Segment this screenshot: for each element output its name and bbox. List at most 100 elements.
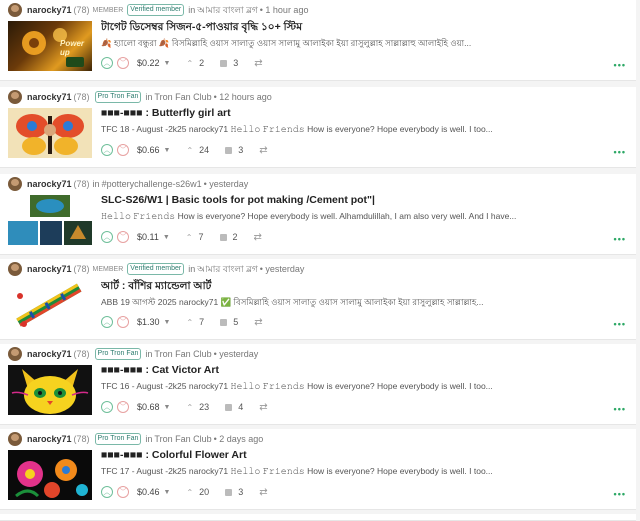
author-link[interactable]: narocky71 <box>27 179 72 189</box>
votes-count[interactable]: 7 <box>199 232 204 242</box>
avatar[interactable] <box>8 3 22 17</box>
upvote-icon[interactable]: ︿ <box>101 401 113 413</box>
post-title[interactable]: ■■■-■■■ : Colorful Flower Art <box>101 449 621 461</box>
post-thumbnail[interactable]: Power up <box>8 21 92 71</box>
more-menu-icon[interactable]: ••• <box>614 319 626 329</box>
post-snippet[interactable]: TFC 18 - August -2k25 narocky71 𝙷𝚎𝚕𝚕𝚘 𝙵𝚛… <box>101 124 521 135</box>
votes-count[interactable]: 7 <box>199 317 204 327</box>
caret-down-icon[interactable]: ▼ <box>164 319 171 326</box>
upvote-icon[interactable]: ︿ <box>101 486 113 498</box>
post-thumbnail[interactable] <box>8 365 92 415</box>
post-title[interactable]: ■■■-■■■ : Butterfly girl art <box>101 107 621 119</box>
timestamp[interactable]: • yesterday <box>260 264 305 274</box>
post-title[interactable]: SLC-S26/W1 | Basic tools for pot making … <box>101 194 621 206</box>
author-link[interactable]: narocky71 <box>27 92 72 102</box>
downvote-icon[interactable]: ﹀ <box>117 401 129 413</box>
community-link[interactable]: আমার বাংলা ব্লগ <box>197 262 258 277</box>
author-link[interactable]: narocky71 <box>27 434 72 444</box>
comment-icon[interactable] <box>225 488 233 496</box>
comment-count[interactable]: 3 <box>233 58 238 68</box>
votes-icon[interactable]: ⌃ <box>186 59 193 68</box>
author-link[interactable]: narocky71 <box>27 264 72 274</box>
author-link[interactable]: narocky71 <box>27 349 72 359</box>
timestamp[interactable]: • yesterday <box>214 349 259 359</box>
comment-count[interactable]: 3 <box>238 145 243 155</box>
author-link[interactable]: narocky71 <box>27 5 72 15</box>
post-title[interactable]: আর্ট : বাঁশির ম্যান্ডেলা আর্ট <box>101 279 621 296</box>
comment-count[interactable]: 2 <box>233 232 238 242</box>
votes-count[interactable]: 23 <box>199 402 209 412</box>
downvote-icon[interactable]: ﹀ <box>117 57 129 69</box>
avatar[interactable] <box>8 262 22 276</box>
votes-count[interactable]: 20 <box>199 487 209 497</box>
post-snippet[interactable]: 𝙷𝚎𝚕𝚕𝚘 𝙵𝚛𝚒𝚎𝚗𝚍𝚜 How is everyone? Hope ever… <box>101 211 521 222</box>
timestamp[interactable]: • 2 days ago <box>214 434 264 444</box>
comment-icon[interactable] <box>225 403 233 411</box>
downvote-icon[interactable]: ﹀ <box>117 144 129 156</box>
post-thumbnail[interactable] <box>8 280 92 330</box>
resteem-icon[interactable]: ⇄ <box>259 402 267 413</box>
more-menu-icon[interactable]: ••• <box>614 234 626 244</box>
post-snippet[interactable]: ABB 19 আগস্ট 2025 narocky71 ✅ বিসমিল্লাহ… <box>101 296 521 310</box>
votes-icon[interactable]: ⌃ <box>186 233 193 242</box>
payout-value[interactable]: $0.46 <box>137 487 160 497</box>
votes-icon[interactable]: ⌃ <box>186 488 193 497</box>
post-card[interactable]: narocky71 (78) Pro Tron Fan in Tron Fan … <box>0 344 636 425</box>
downvote-icon[interactable]: ﹀ <box>117 231 129 243</box>
comment-icon[interactable] <box>219 233 227 241</box>
votes-icon[interactable]: ⌃ <box>186 403 193 412</box>
resteem-icon[interactable]: ⇄ <box>254 317 262 328</box>
avatar[interactable] <box>8 177 22 191</box>
post-thumbnail[interactable] <box>8 108 92 158</box>
post-snippet[interactable]: TFC 16 - August -2k25 narocky71 𝙷𝚎𝚕𝚕𝚘 𝙵𝚛… <box>101 381 521 392</box>
comment-count[interactable]: 4 <box>238 402 243 412</box>
timestamp[interactable]: • yesterday <box>204 179 249 189</box>
post-card[interactable]: narocky71 (78) in #potterychallenge-s26w… <box>0 174 636 255</box>
post-snippet[interactable]: TFC 17 - August -2k25 narocky71 𝙷𝚎𝚕𝚕𝚘 𝙵𝚛… <box>101 466 521 477</box>
post-card[interactable]: narocky71 (78) Pro Tron Fan in Tron Fan … <box>0 87 636 168</box>
upvote-icon[interactable]: ︿ <box>101 231 113 243</box>
post-thumbnail[interactable] <box>8 195 92 245</box>
post-thumbnail[interactable] <box>8 450 92 500</box>
more-menu-icon[interactable]: ••• <box>614 147 626 157</box>
caret-down-icon[interactable]: ▼ <box>163 234 170 241</box>
community-link[interactable]: #potterychallenge-s26w1 <box>102 179 202 189</box>
votes-icon[interactable]: ⌃ <box>186 318 193 327</box>
post-title[interactable]: টাগেট ডিসেম্বর সিজন-৫-পাওয়ার বৃদ্ধি ১০+… <box>101 20 621 37</box>
post-snippet[interactable]: 🍂 হ্যালো বন্ধুরা 🍂 বিসমিল্লাহি ওয়াস সাল… <box>101 37 521 51</box>
post-card[interactable]: narocky71 (78) MEMBER Verified member in… <box>0 259 636 340</box>
community-link[interactable]: Tron Fan Club <box>154 434 211 444</box>
post-card[interactable]: narocky71 (78) MEMBER Verified member in… <box>0 0 636 81</box>
community-link[interactable]: আমার বাংলা ব্লগ <box>197 3 258 18</box>
avatar[interactable] <box>8 432 22 446</box>
payout-value[interactable]: $1.30 <box>137 317 160 327</box>
upvote-icon[interactable]: ︿ <box>101 316 113 328</box>
upvote-icon[interactable]: ︿ <box>101 144 113 156</box>
more-menu-icon[interactable]: ••• <box>614 489 626 499</box>
votes-count[interactable]: 2 <box>199 58 204 68</box>
caret-down-icon[interactable]: ▼ <box>164 489 171 496</box>
votes-count[interactable]: 24 <box>199 145 209 155</box>
payout-value[interactable]: $0.11 <box>137 232 159 242</box>
resteem-icon[interactable]: ⇄ <box>254 58 262 69</box>
downvote-icon[interactable]: ﹀ <box>117 486 129 498</box>
avatar[interactable] <box>8 347 22 361</box>
comment-count[interactable]: 5 <box>233 317 238 327</box>
post-card[interactable]: narocky71 (78) Pro Tron Fan in Tron Fan … <box>0 429 636 510</box>
resteem-icon[interactable]: ⇄ <box>254 232 262 243</box>
resteem-icon[interactable]: ⇄ <box>259 145 267 156</box>
community-link[interactable]: Tron Fan Club <box>154 349 211 359</box>
post-title[interactable]: ■■■-■■■ : Cat Victor Art <box>101 364 621 376</box>
votes-icon[interactable]: ⌃ <box>186 146 193 155</box>
downvote-icon[interactable]: ﹀ <box>117 316 129 328</box>
comment-count[interactable]: 3 <box>238 487 243 497</box>
community-link[interactable]: Tron Fan Club <box>154 92 211 102</box>
more-menu-icon[interactable]: ••• <box>614 60 626 70</box>
timestamp[interactable]: • 1 hour ago <box>260 5 309 15</box>
caret-down-icon[interactable]: ▼ <box>164 404 171 411</box>
more-menu-icon[interactable]: ••• <box>614 404 626 414</box>
caret-down-icon[interactable]: ▼ <box>164 60 171 67</box>
payout-value[interactable]: $0.66 <box>137 145 160 155</box>
comment-icon[interactable] <box>220 318 228 326</box>
comment-icon[interactable] <box>225 146 233 154</box>
